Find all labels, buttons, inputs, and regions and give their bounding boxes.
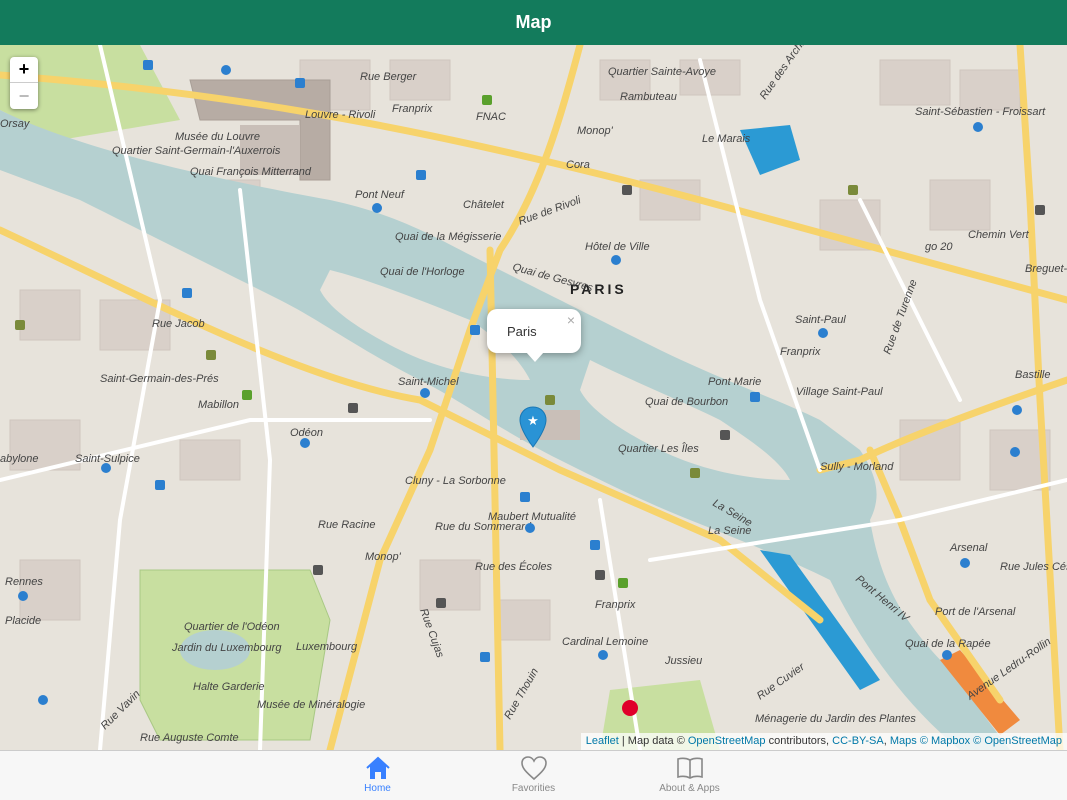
map-view[interactable]: PARIS Quartier Sainte-Avoye Rambuteau Mu… bbox=[0, 45, 1067, 750]
map-label: Quai de Bourbon bbox=[645, 396, 728, 408]
map-label: Arsenal bbox=[949, 542, 988, 554]
map-label: Mabillon bbox=[198, 399, 239, 411]
map-label: Châtelet bbox=[463, 199, 505, 211]
map-label: Quai de la Mégisserie bbox=[395, 231, 501, 243]
page-title: Map bbox=[515, 12, 552, 32]
tab-label: About & Apps bbox=[659, 783, 720, 794]
zoom-control: + − bbox=[10, 57, 38, 109]
map-label: Cora bbox=[566, 159, 590, 171]
map-label: abylone bbox=[0, 453, 39, 465]
map-label: Bastille bbox=[1015, 369, 1050, 381]
map-label: Quartier Saint-Germain-l'Auxerrois bbox=[112, 145, 281, 157]
map-label: Breguet- bbox=[1025, 263, 1067, 275]
popup-text: Paris bbox=[507, 324, 537, 339]
map-label: Rennes bbox=[5, 576, 43, 588]
map-label: Franprix bbox=[392, 103, 433, 115]
attribution-text: | Map data © bbox=[618, 735, 688, 747]
tab-label: Home bbox=[364, 783, 391, 794]
cc-by-sa-link[interactable]: CC-BY-SA bbox=[832, 735, 884, 747]
map-label: Franprix bbox=[595, 599, 636, 611]
map-label: Quai de la Rapée bbox=[905, 638, 991, 650]
map-label: Saint-Paul bbox=[795, 314, 846, 326]
star-marker-icon[interactable]: ★ bbox=[519, 406, 547, 453]
book-icon bbox=[676, 757, 703, 779]
map-label: Jussieu bbox=[664, 655, 702, 667]
map-label: Orsay bbox=[0, 118, 31, 130]
map-label: Jardin du Luxembourg bbox=[171, 642, 282, 654]
map-label: Rue Jacob bbox=[152, 318, 205, 330]
map-label: go 20 bbox=[925, 241, 953, 253]
attribution-text: © bbox=[970, 735, 985, 747]
map-label: Quartier de l'Odéon bbox=[184, 621, 280, 633]
map-label: Hôtel de Ville bbox=[585, 241, 650, 253]
map-label: Pont Neuf bbox=[355, 189, 405, 201]
marker-popup: Paris × bbox=[487, 309, 581, 362]
maps-link[interactable]: Maps bbox=[890, 735, 917, 747]
map-label: Saint-Sébastien - Froissart bbox=[915, 106, 1046, 118]
attribution-text: contributors, bbox=[765, 735, 833, 747]
map-label: Quartier Sainte-Avoye bbox=[608, 66, 716, 78]
tab-label: Favorities bbox=[511, 783, 556, 794]
map-label: Monop' bbox=[577, 125, 614, 137]
map-label: Monop' bbox=[365, 551, 402, 563]
tab-home[interactable]: Home bbox=[300, 751, 456, 800]
map-label: Luxembourg bbox=[296, 641, 358, 653]
osm-link[interactable]: OpenStreetMap bbox=[688, 735, 766, 747]
attribution-text: © bbox=[916, 735, 931, 747]
map-label: FNAC bbox=[476, 111, 506, 123]
map-label: Halte Garderie bbox=[193, 681, 265, 693]
map-label: Cardinal Lemoine bbox=[562, 636, 648, 648]
popup-tip bbox=[526, 352, 544, 362]
map-label: Rue Auguste Comte bbox=[140, 732, 239, 744]
zoom-out-button[interactable]: − bbox=[10, 83, 38, 109]
map-label: Sully - Morland bbox=[820, 461, 894, 473]
map-label: Le Marais bbox=[702, 133, 751, 145]
map-label: Rue des Écoles bbox=[475, 560, 553, 573]
map-label: Rue Racine bbox=[318, 519, 375, 531]
map-label: Musée du Louvre bbox=[175, 131, 260, 143]
mapbox-link[interactable]: Mapbox bbox=[931, 735, 970, 747]
map-label: Quartier Les Îles bbox=[618, 442, 699, 455]
map-label: Chemin Vert bbox=[968, 229, 1030, 241]
tab-about-apps[interactable]: About & Apps bbox=[612, 751, 768, 800]
home-icon bbox=[365, 756, 390, 779]
map-label: Saint-Germain-des-Prés bbox=[100, 373, 219, 385]
map-label: Quai de l'Horloge bbox=[380, 266, 465, 278]
zoom-in-button[interactable]: + bbox=[10, 57, 38, 83]
map-label: Quai François Mitterrand bbox=[190, 166, 312, 178]
map-attribution: Leaflet | Map data © OpenStreetMap contr… bbox=[580, 733, 1067, 750]
map-label: Odéon bbox=[290, 427, 323, 439]
map-label: Saint-Sulpice bbox=[75, 453, 140, 465]
map-label: Pont Marie bbox=[708, 376, 761, 388]
map-label: Village Saint-Paul bbox=[796, 386, 883, 398]
leaflet-link[interactable]: Leaflet bbox=[586, 735, 619, 747]
map-label: Placide bbox=[5, 615, 41, 627]
svg-text:★: ★ bbox=[527, 414, 539, 429]
osm-link-2[interactable]: OpenStreetMap bbox=[984, 735, 1062, 747]
map-label: Ménagerie du Jardin des Plantes bbox=[755, 713, 916, 725]
tab-bar: Home Favorities About & Apps bbox=[0, 750, 1067, 800]
map-label: Port de l'Arsenal bbox=[935, 606, 1016, 618]
map-label: Rambuteau bbox=[620, 91, 677, 103]
map-label: Rue Berger bbox=[360, 71, 418, 83]
popup-close-button[interactable]: × bbox=[567, 312, 575, 328]
map-label: Louvre - Rivoli bbox=[305, 109, 376, 121]
nav-bar: Map bbox=[0, 0, 1067, 45]
map-label: Rue Jules César bbox=[1000, 561, 1067, 573]
heart-icon bbox=[520, 756, 547, 781]
tab-favorities[interactable]: Favorities bbox=[456, 751, 612, 800]
map-tiles[interactable]: PARIS Quartier Sainte-Avoye Rambuteau Mu… bbox=[0, 45, 1067, 750]
map-label: Rue du Sommerard bbox=[435, 521, 532, 533]
map-label: Cluny - La Sorbonne bbox=[405, 475, 506, 487]
map-label: Franprix bbox=[780, 346, 821, 358]
map-label: Musée de Minéralogie bbox=[257, 699, 365, 711]
map-label: Saint-Michel bbox=[398, 376, 459, 388]
